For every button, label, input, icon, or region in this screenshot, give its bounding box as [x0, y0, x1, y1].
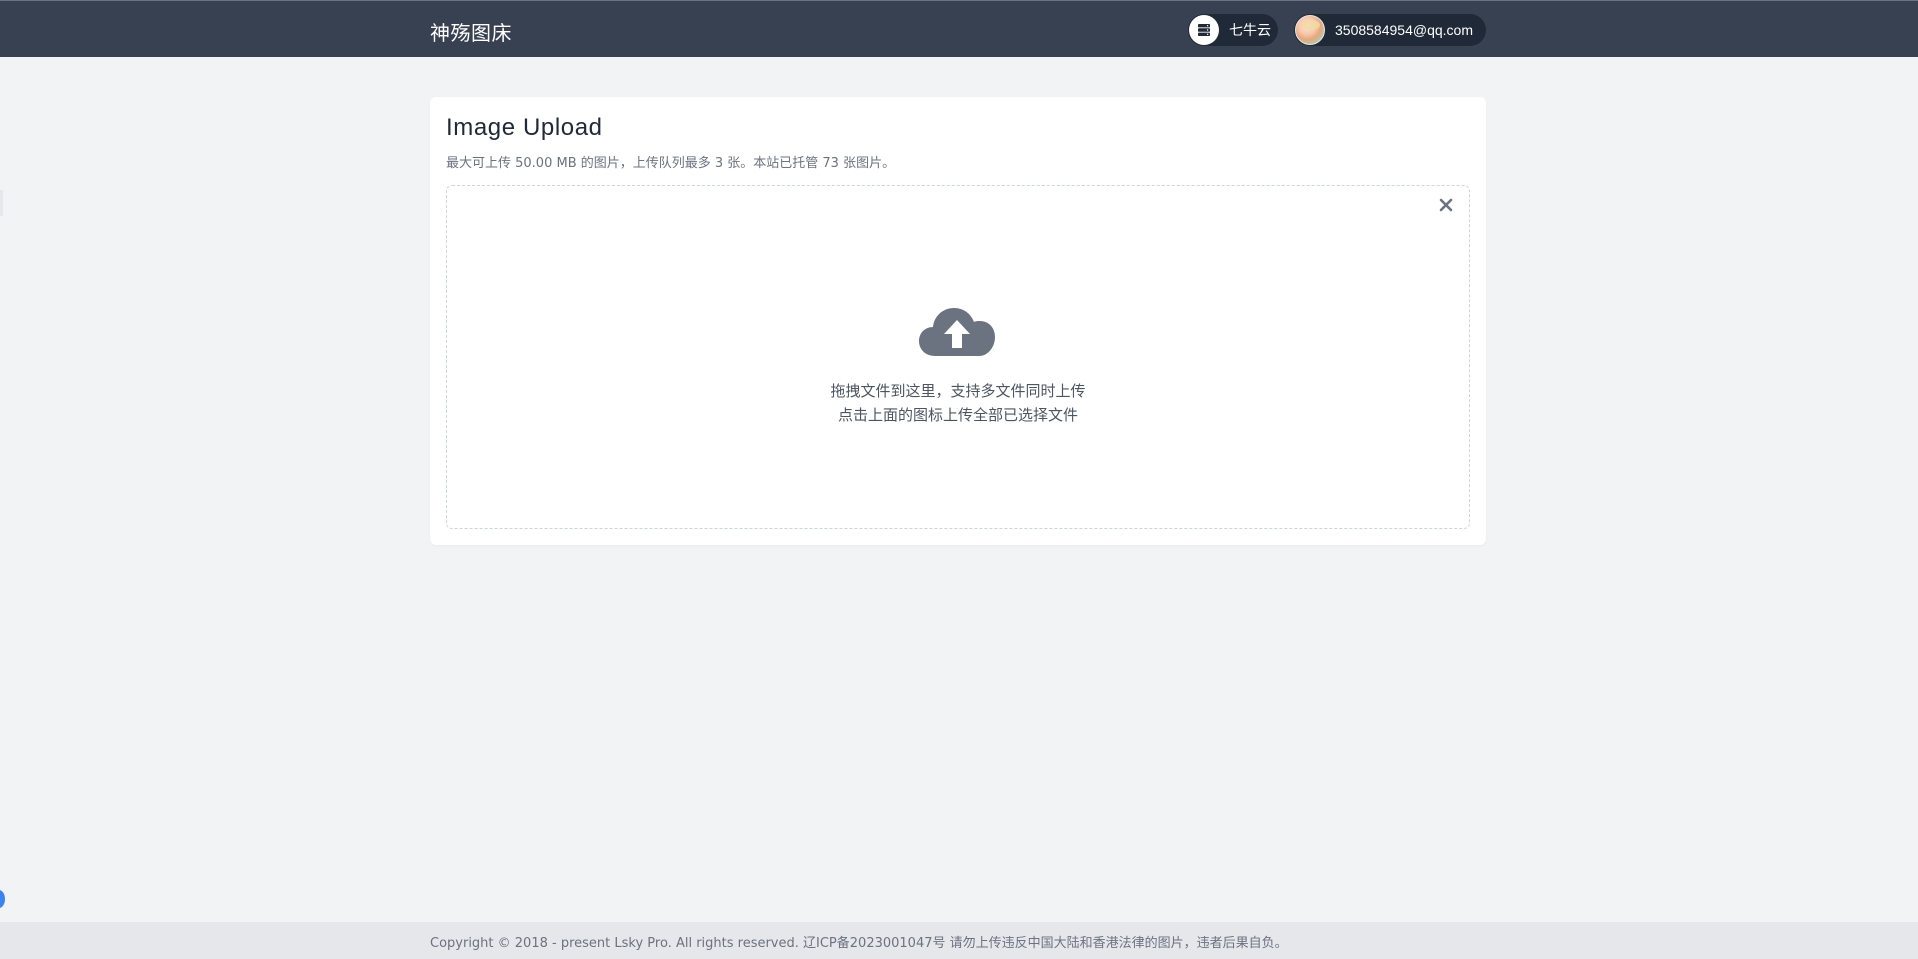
cloud-upload-icon[interactable]: [917, 302, 997, 358]
storage-label: 七牛云: [1229, 22, 1271, 38]
avatar: [1295, 15, 1325, 45]
site-brand[interactable]: 神殇图床: [430, 17, 512, 46]
upload-limits-text: 最大可上传 50.00 MB 的图片，上传队列最多 3 张。本站已托管 73 张…: [446, 156, 896, 171]
side-drawer-handle[interactable]: [0, 190, 3, 216]
page-footer: Copyright © 2018 - present Lsky Pro. All…: [0, 922, 1918, 959]
server-icon: [1189, 15, 1219, 45]
user-email: 3508584954@qq.com: [1335, 22, 1473, 38]
page-title: Image Upload: [446, 114, 603, 141]
user-menu-button[interactable]: 3508584954@qq.com: [1294, 14, 1486, 46]
footer-copyright: Copyright © 2018 - present Lsky Pro. All…: [430, 936, 1288, 951]
drop-hint-line: 点击上面的图标上传全部已选择文件: [837, 406, 1078, 424]
drop-hint-line: 拖拽文件到这里，支持多文件同时上传: [830, 382, 1086, 400]
top-navbar: 神殇图床 七牛云 3508584954@qq.com: [0, 0, 1918, 57]
upload-card: Image Upload 最大可上传 50.00 MB 的图片，上传队列最多 3…: [430, 97, 1486, 545]
floating-help-button[interactable]: [0, 890, 5, 908]
upload-dropzone[interactable]: 拖拽文件到这里，支持多文件同时上传 点击上面的图标上传全部已选择文件: [446, 185, 1470, 529]
storage-strategy-button[interactable]: 七牛云: [1188, 14, 1278, 46]
close-icon[interactable]: [1435, 194, 1457, 216]
